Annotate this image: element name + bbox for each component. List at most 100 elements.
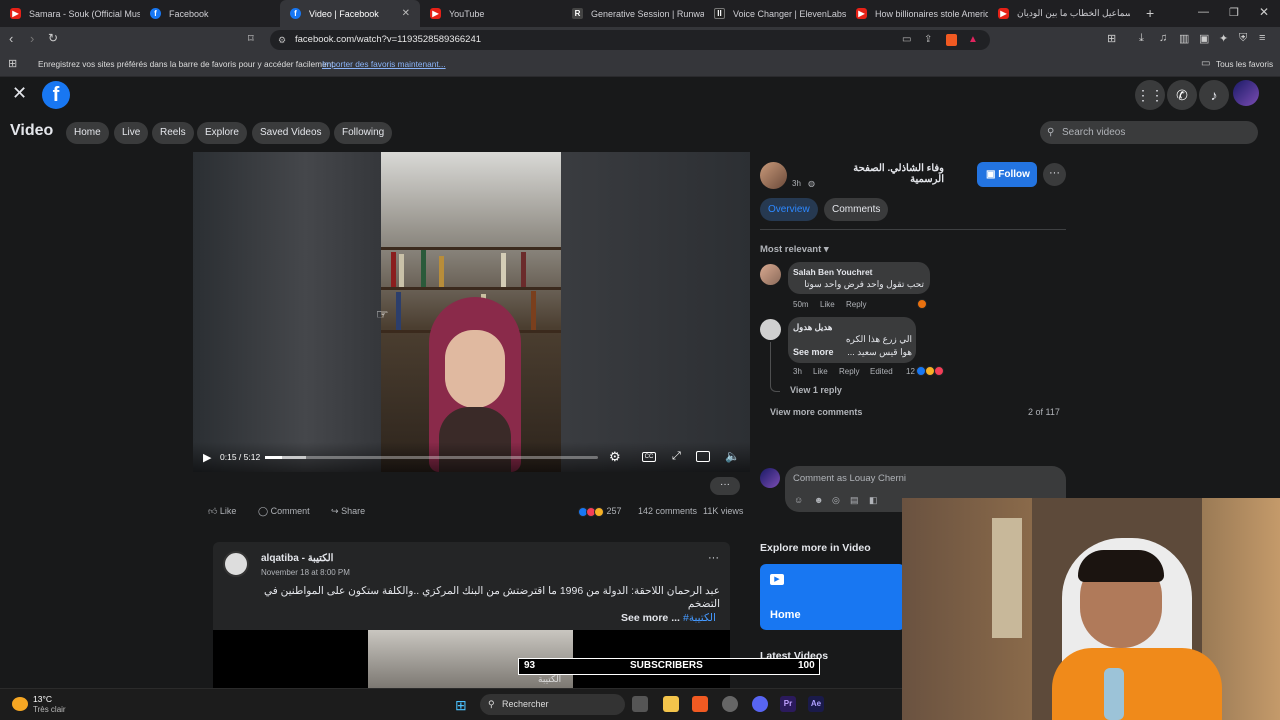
menu-grid-icon[interactable]: ⋮⋮ (1135, 80, 1165, 110)
vpn-icon[interactable]: ⛨ (1239, 32, 1247, 45)
bookmark-icon[interactable]: ⌑ (248, 32, 254, 45)
post-more-icon[interactable]: ··· (708, 552, 719, 564)
new-tab-button[interactable]: + (1146, 5, 1154, 21)
volume-icon[interactable]: 🔈 (725, 449, 740, 463)
post-date[interactable]: November 18 at 8:00 PM (261, 568, 350, 577)
share-url-icon[interactable]: ⇪ (924, 30, 932, 50)
follow-button[interactable]: ▣ Follow (977, 162, 1037, 187)
close-viewer-icon[interactable]: ✕ (12, 83, 36, 107)
avatar[interactable] (1233, 80, 1259, 106)
captions-icon[interactable]: CC (642, 452, 656, 462)
brave-icon[interactable] (692, 696, 708, 712)
more-options-button[interactable]: ··· (710, 477, 740, 495)
leo-ai-icon[interactable]: ✦ (1219, 32, 1228, 45)
taskbar-search[interactable]: ⚲ Rechercher (480, 694, 625, 715)
commenter-avatar[interactable] (760, 319, 781, 340)
commenter-avatar[interactable] (760, 264, 781, 285)
download-icon[interactable]: ⤓ (1139, 32, 1144, 45)
explore-home-card[interactable]: ▶ Home (760, 564, 905, 630)
comment-like-link[interactable]: Like (820, 300, 835, 309)
author-name[interactable]: وفاء الشاذلي. الصفحة الرسمية (820, 163, 944, 185)
tab-facebook[interactable]: f Facebook (140, 0, 280, 27)
tab-video-facebook[interactable]: f Video | Facebook ✕ (280, 0, 420, 27)
sort-dropdown[interactable]: Most relevant ▾ (760, 244, 829, 255)
share-button[interactable]: ↪ Share (331, 506, 365, 517)
emoji-icon[interactable]: ☻ (814, 495, 823, 505)
more-icon[interactable]: ··· (1043, 163, 1066, 186)
site-info-icon[interactable]: ⚙ (278, 30, 286, 50)
facebook-logo[interactable]: f (42, 81, 70, 109)
media-icon[interactable]: ♫ (1159, 32, 1167, 44)
tab-runway[interactable]: RGenerative Session | Runway AI (562, 0, 704, 27)
tab-elevenlabs[interactable]: II Voice Changer | ElevenLabs (704, 0, 846, 27)
reload-icon[interactable]: ↻ (48, 31, 58, 45)
tab-comments[interactable]: Comments (824, 198, 889, 221)
close-window-button[interactable]: ✕ (1259, 5, 1269, 19)
import-bookmarks-link[interactable]: Importer des favoris maintenant... (322, 53, 446, 75)
minimize-button[interactable]: — (1198, 6, 1209, 18)
tab-overview[interactable]: Overview (760, 198, 818, 221)
discord-icon[interactable] (752, 696, 768, 712)
view-reply-link[interactable]: View 1 reply (790, 385, 842, 395)
sidebar-icon[interactable]: ▥ (1179, 32, 1189, 45)
commenter-name[interactable]: هديل هدول (793, 322, 832, 333)
progress-bar[interactable] (265, 456, 598, 459)
apps-grid-icon[interactable]: ⊞ (8, 53, 17, 75)
nav-reels[interactable]: Reels (152, 122, 194, 144)
forward-icon[interactable]: › (30, 31, 34, 46)
camera-icon[interactable]: ◎ (832, 495, 840, 506)
gif-icon[interactable]: ▤ (850, 495, 859, 506)
nav-explore[interactable]: Explore (197, 122, 247, 144)
hashtag-link[interactable]: #الكتيبة (683, 612, 716, 624)
premiere-icon[interactable]: Pr (780, 696, 796, 712)
back-icon[interactable]: ‹ (9, 31, 13, 46)
all-bookmarks-button[interactable]: Tous les favoris (1216, 53, 1273, 75)
messenger-icon[interactable]: ✆ (1167, 80, 1197, 110)
view-more-comments-link[interactable]: View more comments (770, 407, 862, 417)
nav-saved-videos[interactable]: Saved Videos (252, 122, 330, 144)
search-videos-input[interactable]: ⚲ Search videos (1040, 121, 1258, 144)
page-avatar[interactable] (223, 551, 249, 577)
comment-reply-link[interactable]: Reply (846, 300, 866, 309)
see-more-link[interactable]: See more ... (621, 612, 680, 624)
after-effects-icon[interactable]: Ae (808, 696, 824, 712)
nav-following[interactable]: Following (334, 122, 393, 144)
url-field[interactable]: ⚙ facebook.com/watch?v=1193528589366241 … (270, 30, 990, 50)
obs-icon[interactable] (722, 696, 738, 712)
maximize-button[interactable]: ❐ (1229, 6, 1239, 19)
task-view-icon[interactable] (632, 696, 648, 712)
fullscreen-icon[interactable]: ⤢ (672, 450, 681, 463)
tab-billionaires[interactable]: ▶ How billionaires stole America (846, 0, 988, 27)
comment-reaction-count[interactable]: 12 (906, 367, 915, 376)
reactions-summary[interactable]: 257 (578, 506, 622, 517)
extensions-icon[interactable]: ⊞ (1107, 32, 1116, 45)
tab-ismail[interactable]: ▶ إسماعيل الخطاب ما بين الوديان (988, 0, 1130, 27)
play-icon[interactable]: ▶ (203, 451, 211, 464)
cast-icon[interactable]: ▭ (902, 30, 911, 50)
comments-count[interactable]: 142 comments (638, 506, 697, 516)
commenter-name[interactable]: Salah Ben Youchret (793, 267, 873, 277)
author-avatar[interactable] (760, 162, 787, 189)
wallet-icon[interactable]: ▣ (1199, 32, 1209, 45)
see-more-link[interactable]: See more (793, 347, 834, 357)
notifications-icon[interactable]: ♪ (1199, 80, 1229, 110)
menu-icon[interactable]: ≡ (1259, 32, 1265, 44)
windows-start-icon[interactable]: ⊞ (455, 697, 467, 714)
tab-samara[interactable]: ▶Samara - Souk (Official Music V (0, 0, 140, 27)
comment-reply-link[interactable]: Reply (839, 367, 859, 376)
nav-home[interactable]: Home (66, 122, 109, 144)
avatar-sticker-icon[interactable]: ☺ (794, 495, 803, 505)
close-tab-icon[interactable]: ✕ (392, 8, 410, 19)
comment-like-link[interactable]: Like (813, 367, 828, 376)
sticker-icon[interactable]: ◧ (869, 495, 878, 506)
like-button[interactable]: 👍︎ Like (208, 506, 236, 517)
pip-icon[interactable] (696, 451, 710, 462)
comment-button[interactable]: ◯ Comment (258, 506, 310, 517)
video-player[interactable]: ▶ 0:15 / 5:12 ⚙ CC ⤢ 🔈 ☞ (193, 152, 750, 472)
brave-rewards-icon[interactable]: ▲ (968, 30, 978, 50)
file-explorer-icon[interactable] (663, 696, 679, 712)
tab-youtube[interactable]: ▶ YouTube (420, 0, 562, 27)
nav-live[interactable]: Live (114, 122, 149, 144)
settings-icon[interactable]: ⚙ (609, 449, 621, 465)
page-name[interactable]: alqatiba - الكتيبة (261, 553, 333, 564)
